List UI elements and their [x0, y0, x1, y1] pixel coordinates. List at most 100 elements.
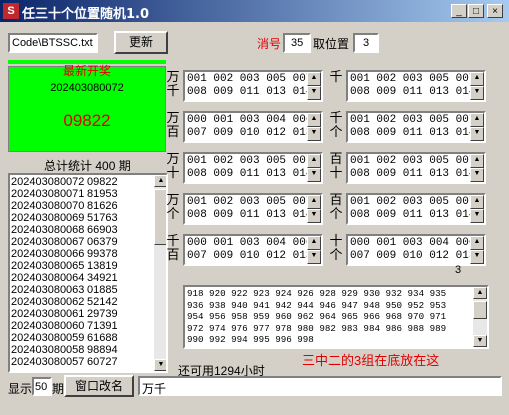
group-numbers-box[interactable]: 001 002 003 005 007 008 009 011 013 014 ▲…	[346, 111, 486, 143]
scroll-down-icon[interactable]: ▼	[307, 86, 321, 100]
group-numbers-text: 001 002 003 005 007 008 009 011 013 014	[187, 73, 313, 98]
group-numbers-box[interactable]: 001 002 003 005 007 008 009 011 013 014 ▲…	[183, 152, 323, 184]
history-issue: 202403080070	[11, 200, 85, 212]
history-row[interactable]: 202403080060 71391	[11, 320, 118, 332]
group-label-char: 个	[329, 248, 343, 263]
cancel-number-input[interactable]: 35	[283, 33, 311, 53]
result-text: 918 920 922 923 924 926 928 929 930 932 …	[187, 288, 447, 345]
history-number: 81953	[87, 188, 118, 200]
scroll-up-icon[interactable]: ▲	[470, 72, 484, 86]
maximize-button[interactable]: □	[468, 4, 484, 18]
history-row[interactable]: 202403080072 09822	[11, 176, 118, 188]
group-scrollbar[interactable]: ▲ ▼	[307, 195, 321, 223]
history-number: 13819	[87, 260, 118, 272]
group-scrollbar[interactable]: ▲ ▼	[307, 236, 321, 264]
refresh-button[interactable]: 更新	[114, 31, 168, 54]
group-numbers-box[interactable]: 001 002 003 005 007 008 009 011 013 014 ▲…	[346, 152, 486, 184]
result-scroll-down-icon[interactable]: ▼	[473, 335, 487, 347]
group-label: 千百	[166, 235, 180, 263]
group-numbers-box[interactable]: 001 002 003 005 007 008 009 011 013 014 ▲…	[183, 193, 323, 225]
scroll-down-icon[interactable]: ▼	[470, 86, 484, 100]
history-issue: 202403080061	[11, 308, 85, 320]
minimize-button[interactable]: _	[451, 4, 467, 18]
scroll-up-icon[interactable]: ▲	[307, 154, 321, 168]
history-row[interactable]: 202403080070 81626	[11, 200, 118, 212]
history-list[interactable]: 202403080072 09822 202403080071 81953 202403…	[8, 173, 168, 373]
group-numbers-box[interactable]: 001 002 003 005 007 008 009 011 013 014 ▲…	[346, 70, 486, 102]
scroll-up-icon[interactable]: ▲	[307, 195, 321, 209]
history-rows: 202403080072 09822 202403080071 81953 202403…	[11, 176, 118, 368]
history-row[interactable]: 202403080064 34921	[11, 272, 118, 284]
history-issue: 202403080058	[11, 344, 85, 356]
result-count: 3	[455, 264, 462, 276]
history-row[interactable]: 202403080071 81953	[11, 188, 118, 200]
history-row[interactable]: 202403080065 13819	[11, 260, 118, 272]
history-number: 09822	[87, 176, 118, 188]
scroll-down-icon[interactable]: ▼	[470, 127, 484, 141]
group-numbers-box[interactable]: 000 001 003 004 006 007 009 010 012 013 ▲…	[346, 234, 486, 266]
history-row[interactable]: 202403080057 60727	[11, 356, 118, 368]
group-label: 百十	[329, 153, 343, 181]
group-scrollbar[interactable]: ▲ ▼	[470, 154, 484, 182]
show-periods-value: 50	[35, 381, 48, 393]
group-scrollbar[interactable]: ▲ ▼	[307, 154, 321, 182]
result-scroll-up-icon[interactable]: ▲	[473, 287, 487, 299]
history-row[interactable]: 202403080066 99378	[11, 248, 118, 260]
scroll-up-icon[interactable]: ▲	[470, 113, 484, 127]
history-issue: 202403080069	[11, 212, 85, 224]
group-scrollbar[interactable]: ▲ ▼	[470, 113, 484, 141]
rename-window-button[interactable]: 窗口改名	[64, 375, 134, 397]
scroll-down-icon[interactable]: ▼	[470, 250, 484, 264]
group-scrollbar[interactable]: ▲ ▼	[307, 113, 321, 141]
group-scrollbar[interactable]: ▲ ▼	[470, 195, 484, 223]
group-scrollbar[interactable]: ▲ ▼	[470, 236, 484, 264]
history-row[interactable]: 202403080068 66903	[11, 224, 118, 236]
scroll-up-icon[interactable]: ▲	[307, 236, 321, 250]
history-row[interactable]: 202403080059 61688	[11, 332, 118, 344]
scroll-down-icon[interactable]: ▼	[307, 168, 321, 182]
scroll-up-icon[interactable]: ▲	[470, 236, 484, 250]
group-scrollbar[interactable]: ▲ ▼	[307, 72, 321, 100]
group-label-char: 百	[329, 152, 343, 167]
scroll-down-icon[interactable]: ▼	[470, 209, 484, 223]
group-numbers-box[interactable]: 001 002 003 005 007 008 009 011 013 014 ▲…	[183, 70, 323, 102]
scroll-up-icon[interactable]: ▲	[470, 154, 484, 168]
scroll-up-icon[interactable]: ▲	[470, 195, 484, 209]
history-row[interactable]: 202403080058 98894	[11, 344, 118, 356]
history-row[interactable]: 202403080063 01885	[11, 284, 118, 296]
scroll-up-icon[interactable]: ▲	[307, 113, 321, 127]
group-numbers-box[interactable]: 001 002 003 005 007 008 009 011 013 014 ▲…	[346, 193, 486, 225]
scroll-down-icon[interactable]: ▼	[307, 209, 321, 223]
history-number: 71391	[87, 320, 118, 332]
scroll-down-icon[interactable]: ▼	[307, 127, 321, 141]
group-numbers-text: 001 002 003 005 007 008 009 011 013 014	[350, 196, 476, 221]
history-row[interactable]: 202403080069 51763	[11, 212, 118, 224]
group-scrollbar[interactable]: ▲ ▼	[470, 72, 484, 100]
result-scroll-thumb[interactable]	[473, 301, 487, 319]
group-numbers-box[interactable]: 000 001 003 004 006 007 009 010 012 013 ▲…	[183, 111, 323, 143]
result-scrollbar[interactable]: ▲ ▼	[473, 287, 487, 347]
latest-draw-title: 最新开奖	[62, 64, 111, 78]
scroll-up-icon[interactable]: ▲	[307, 72, 321, 86]
scroll-down-icon[interactable]: ▼	[154, 359, 166, 371]
group-label-char: 千	[329, 70, 343, 85]
history-issue: 202403080066	[11, 248, 85, 260]
scroll-down-icon[interactable]: ▼	[307, 250, 321, 264]
scroll-down-icon[interactable]: ▼	[470, 168, 484, 182]
history-row[interactable]: 202403080067 06379	[11, 236, 118, 248]
show-periods-input[interactable]: 50	[32, 377, 52, 396]
history-row[interactable]: 202403080061 29739	[11, 308, 118, 320]
group-label: 万十	[166, 153, 180, 181]
show-unit: 期	[52, 382, 65, 396]
history-row[interactable]: 202403080062 52142	[11, 296, 118, 308]
result-textarea[interactable]: 918 920 922 923 924 926 928 929 930 932 …	[183, 285, 489, 349]
group-label-char: 个	[166, 207, 180, 222]
history-number: 34921	[87, 272, 118, 284]
stats-title: 总计统计	[44, 159, 93, 173]
window-name-input[interactable]: 万千	[138, 376, 502, 396]
group-numbers-box[interactable]: 000 001 003 004 006 007 009 010 012 013 ▲…	[183, 234, 323, 266]
positions-input[interactable]: 3	[353, 33, 379, 53]
close-button[interactable]: ×	[487, 4, 503, 18]
stats-count: 400	[95, 159, 116, 173]
file-path-field[interactable]: Code\BTSSC.txt	[8, 33, 98, 53]
